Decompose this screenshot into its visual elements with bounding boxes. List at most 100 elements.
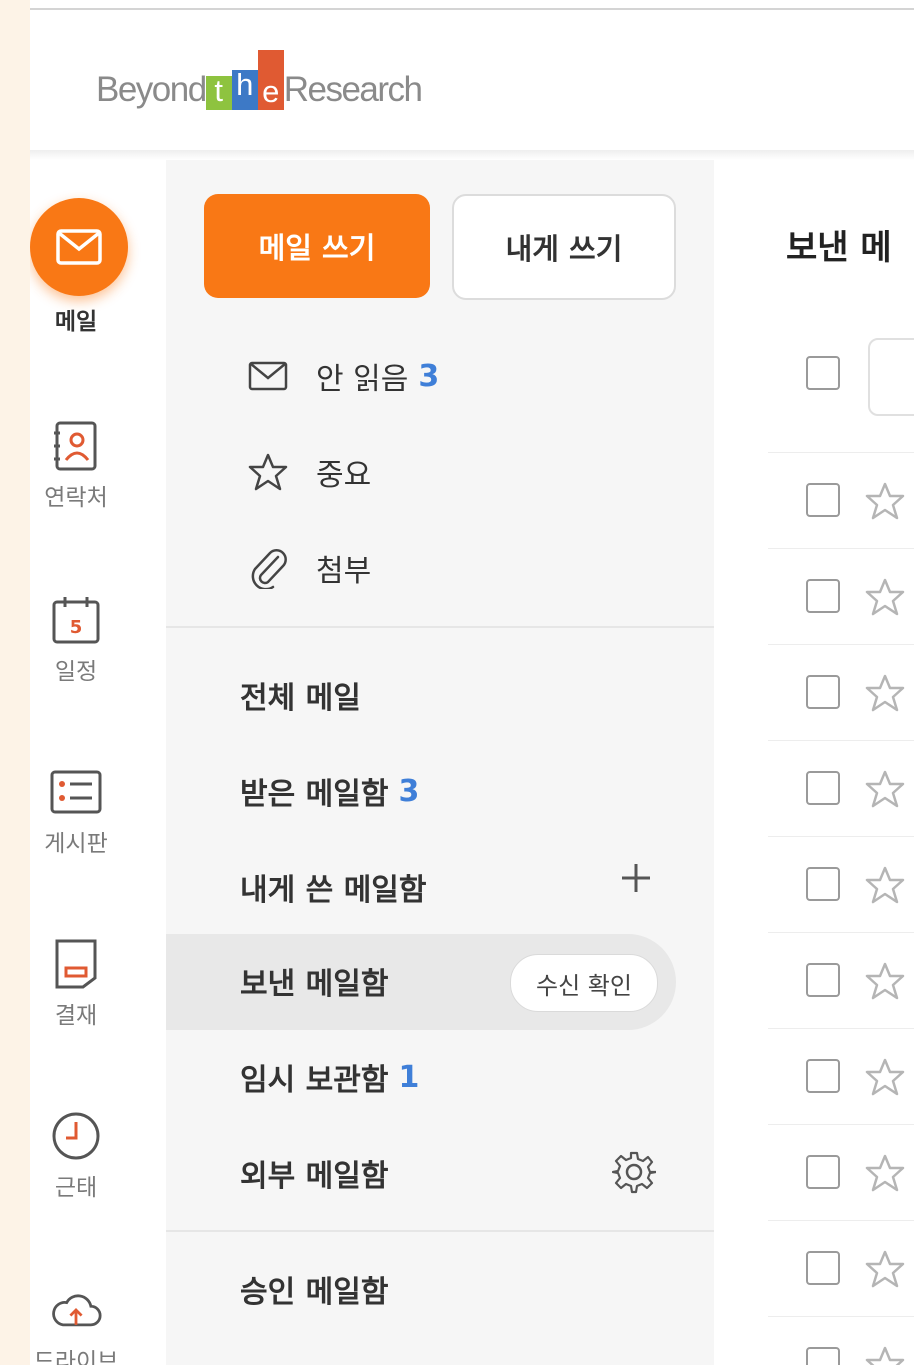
star-icon[interactable]: [864, 1345, 906, 1365]
row-checkbox[interactable]: [806, 867, 840, 901]
rail-item-calendar[interactable]: 5 일정: [30, 594, 122, 686]
brand-logo[interactable]: Beyond t h e Research: [96, 48, 423, 114]
star-icon[interactable]: [864, 673, 906, 715]
rail-label-calendar: 일정: [54, 659, 98, 685]
folder-label: 내게 쓴 메일함: [240, 873, 427, 908]
star-icon[interactable]: [864, 961, 906, 1003]
top-border: [30, 8, 914, 10]
folder-label: 승인 메일함: [240, 1275, 389, 1310]
gear-icon[interactable]: [611, 1150, 658, 1194]
filter-unread-label: 안 읽음: [316, 362, 409, 397]
star-icon[interactable]: [864, 481, 906, 523]
row-checkbox[interactable]: [806, 771, 840, 805]
write-to-self-button[interactable]: 내게 쓰기: [452, 194, 676, 300]
rail-item-contacts[interactable]: 연락처: [30, 420, 122, 512]
folder-inbox[interactable]: 받은 메일함 3: [240, 766, 419, 816]
rail-label-board: 게시판: [44, 831, 108, 857]
plus-icon[interactable]: [618, 860, 654, 896]
star-icon[interactable]: [864, 1249, 906, 1291]
row-checkbox[interactable]: [806, 963, 840, 997]
mail-folder-panel: 메일 쓰기 내게 쓰기 안 읽음 3 중요 첨부 전체 메일 받은 메일함 3 …: [166, 160, 714, 1365]
filter-important-label: 중요: [316, 458, 372, 493]
unread-count: 3: [418, 358, 440, 394]
row-checkbox[interactable]: [806, 1251, 840, 1285]
envelope-icon: [246, 354, 290, 398]
mail-row[interactable]: [768, 548, 914, 645]
header-divider: [30, 150, 914, 160]
folder-all-mail[interactable]: 전체 메일: [240, 670, 361, 720]
folder-sent[interactable]: 보낸 메일함: [240, 956, 388, 1006]
star-icon[interactable]: [864, 865, 906, 907]
select-all-checkbox[interactable]: [806, 356, 840, 390]
folder-approval[interactable]: 승인 메일함: [240, 1264, 388, 1314]
mail-row[interactable]: [768, 1316, 914, 1365]
mail-icon: [30, 198, 128, 296]
logo-word-research: Research: [283, 70, 423, 109]
rail-label-contacts: 연락처: [44, 485, 108, 511]
drafts-count: 1: [398, 1059, 420, 1095]
folder-label: 임시 보관함: [240, 1063, 389, 1098]
mail-row[interactable]: [768, 1124, 914, 1221]
mail-app-window: Beyond t h e Research 메일 연락처 5 일정 게시판 결재…: [30, 0, 914, 1365]
cloud-upload-icon: [50, 1284, 102, 1336]
board-icon: [50, 766, 102, 818]
mail-list: 보낸 메: [714, 160, 914, 1365]
list-title: 보낸 메: [786, 228, 892, 268]
row-checkbox[interactable]: [806, 675, 840, 709]
star-icon[interactable]: [864, 1153, 906, 1195]
clock-icon: [50, 1110, 102, 1162]
filter-unread[interactable]: 안 읽음 3: [246, 352, 439, 400]
mail-row[interactable]: [768, 836, 914, 933]
list-search-input[interactable]: [868, 338, 914, 416]
mail-row[interactable]: [768, 932, 914, 1029]
logo-letter-t: t: [205, 75, 232, 110]
rail-item-mail[interactable]: 메일: [30, 198, 128, 336]
mail-row[interactable]: [768, 644, 914, 741]
folder-external[interactable]: 외부 메일함: [240, 1148, 388, 1198]
star-icon[interactable]: [864, 769, 906, 811]
folder-label: 보낸 메일함: [240, 967, 389, 1002]
star-icon[interactable]: [864, 1057, 906, 1099]
folder-to-self[interactable]: 내게 쓴 메일함: [240, 862, 427, 912]
rail-label-attendance: 근태: [54, 1175, 98, 1201]
star-icon: [246, 450, 290, 494]
read-receipt-button[interactable]: 수신 확인: [510, 954, 658, 1012]
star-icon[interactable]: [864, 577, 906, 619]
row-checkbox[interactable]: [806, 1155, 840, 1189]
filter-attachment[interactable]: 첨부: [246, 544, 371, 592]
folder-drafts[interactable]: 임시 보관함 1: [240, 1052, 419, 1102]
row-checkbox[interactable]: [806, 579, 840, 613]
mail-row[interactable]: [768, 740, 914, 837]
rail-label-approval: 결재: [54, 1003, 98, 1029]
rail-item-attendance[interactable]: 근태: [30, 1110, 122, 1202]
app-rail: 메일 연락처 5 일정 게시판 결재 근태 드라이브: [30, 160, 166, 1365]
rail-item-drive[interactable]: 드라이브: [30, 1284, 122, 1365]
inbox-count: 3: [398, 773, 420, 809]
row-checkbox[interactable]: [806, 1347, 840, 1365]
filter-important[interactable]: 중요: [246, 448, 371, 496]
mail-row[interactable]: [768, 1028, 914, 1125]
rail-label-mail: 메일: [54, 309, 98, 335]
compose-mail-button[interactable]: 메일 쓰기: [204, 194, 430, 298]
folder-label: 전체 메일: [240, 681, 361, 716]
row-checkbox[interactable]: [806, 483, 840, 517]
filter-attachment-label: 첨부: [316, 554, 372, 589]
svg-text:5: 5: [70, 617, 83, 638]
paperclip-icon: [246, 546, 290, 590]
rail-label-drive: 드라이브: [33, 1349, 119, 1365]
logo-word-beyond: Beyond: [96, 70, 207, 109]
panel-divider: [166, 626, 714, 628]
row-checkbox[interactable]: [806, 1059, 840, 1093]
mail-row[interactable]: [768, 452, 914, 549]
logo-letter-h: h: [231, 69, 258, 110]
rail-item-board[interactable]: 게시판: [30, 766, 122, 858]
logo-letter-e: e: [257, 50, 284, 110]
approval-icon: [50, 938, 102, 990]
mail-row[interactable]: [768, 1220, 914, 1317]
contacts-icon: [50, 420, 102, 472]
folder-label: 받은 메일함: [240, 777, 389, 812]
panel-divider: [166, 1230, 714, 1232]
rail-item-approval[interactable]: 결재: [30, 938, 122, 1030]
folder-label: 외부 메일함: [240, 1159, 389, 1194]
calendar-icon: 5: [50, 594, 102, 646]
